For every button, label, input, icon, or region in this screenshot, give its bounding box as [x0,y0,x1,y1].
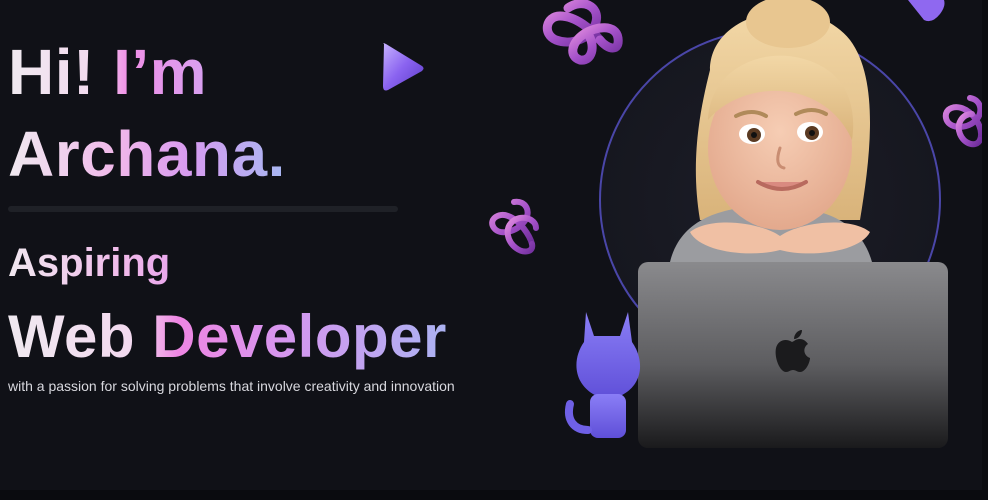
avatar [565,0,948,448]
hero-section: Hi! I’m Archana. Aspiring Web Developer … [0,0,988,490]
tagline: with a passion for solving problems that… [8,378,455,394]
triangle-cone-icon [383,43,424,91]
greeting-line-1: Hi! I’m [8,36,208,108]
github-octocat-icon [565,312,641,438]
trefoil-knot-icon [489,198,539,255]
page-edge [982,0,988,490]
role-title: Web Developer [8,303,447,370]
greeting-name: Archana. [8,114,286,194]
divider [8,206,398,212]
bottom-strip [0,490,988,500]
role-prefix: Aspiring [8,241,171,285]
avatar-illustration [560,0,982,490]
